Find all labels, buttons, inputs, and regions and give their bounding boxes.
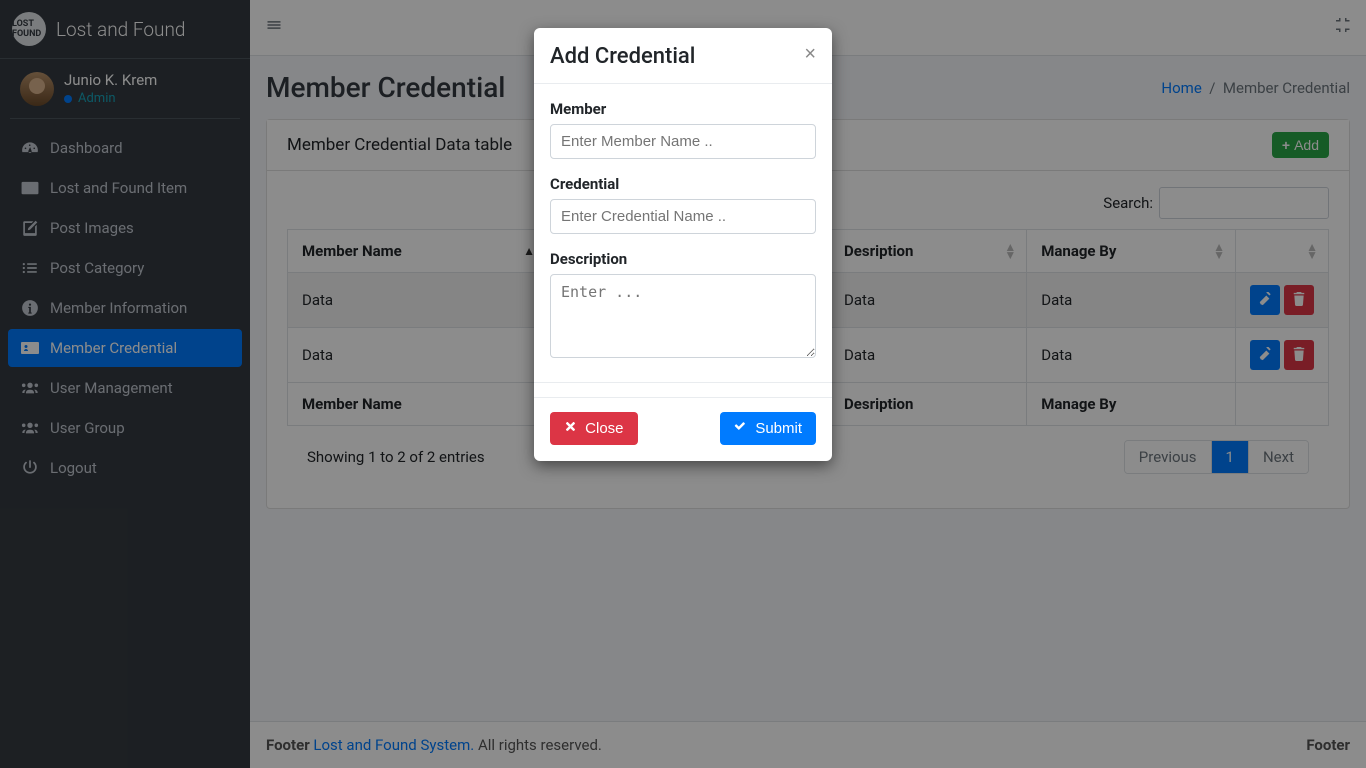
description-textarea[interactable] [550,274,816,358]
modal-close-button[interactable]: × [804,44,816,64]
check-icon [734,420,747,437]
close-icon: × [804,43,816,65]
modal-overlay[interactable]: Add Credential × Member Credential Descr… [0,0,1366,768]
submit-button-label: Submit [755,420,802,437]
close-button-label: Close [585,420,623,437]
description-label: Description [550,250,816,268]
times-icon [564,420,577,437]
submit-button[interactable]: Submit [720,412,816,445]
credential-label: Credential [550,175,816,193]
modal-body: Member Credential Description [534,84,832,382]
add-credential-modal: Add Credential × Member Credential Descr… [534,28,832,461]
modal-footer: Close Submit [534,398,832,461]
modal-title: Add Credential [550,44,695,69]
member-input[interactable] [550,124,816,159]
member-label: Member [550,100,816,118]
close-button[interactable]: Close [550,412,638,445]
modal-header: Add Credential × [534,28,832,84]
credential-input[interactable] [550,199,816,234]
